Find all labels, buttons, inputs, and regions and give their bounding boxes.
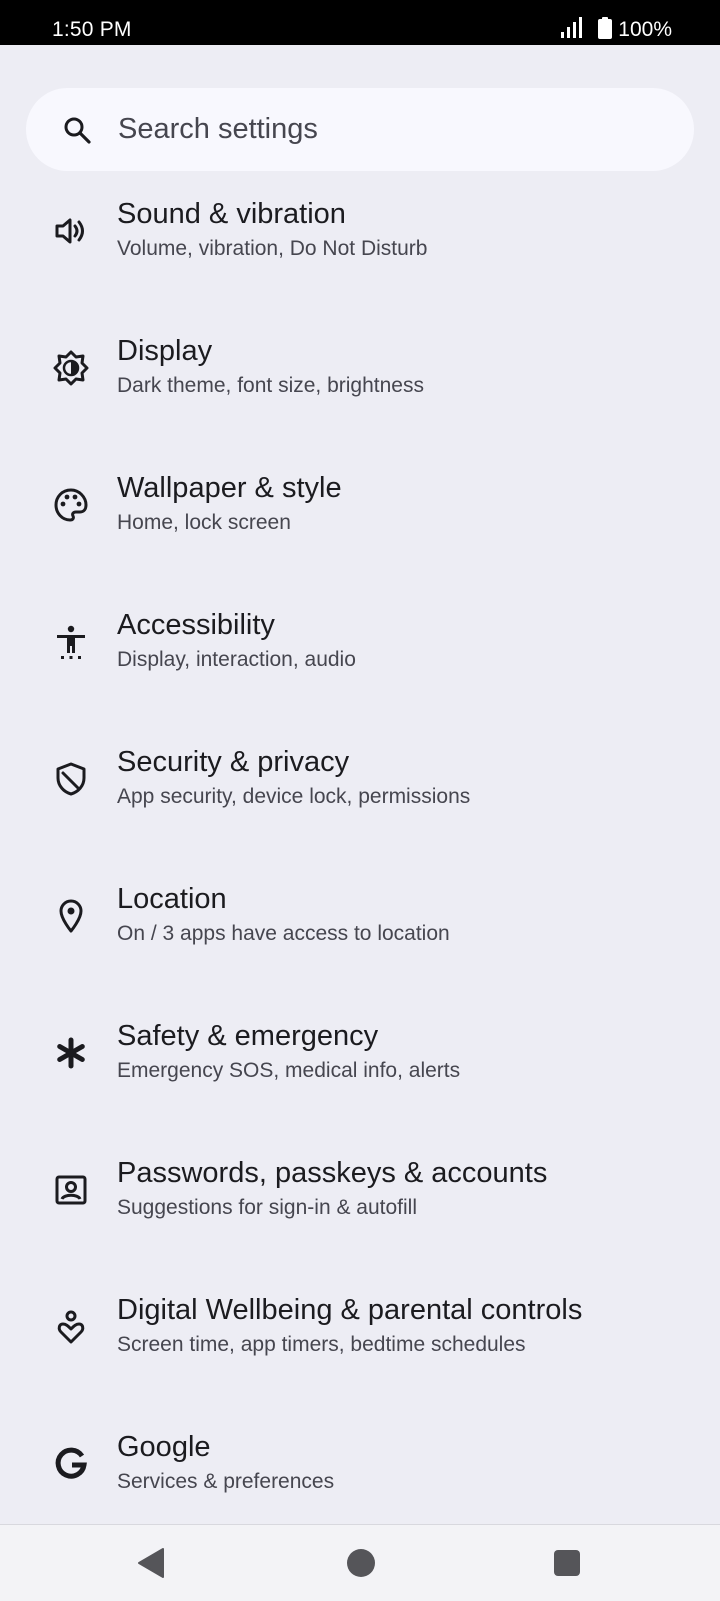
search-input[interactable]: Search settings xyxy=(118,112,318,146)
setting-passwords-accounts[interactable]: Passwords, passkeys & accounts Suggestio… xyxy=(0,1143,720,1280)
setting-subtitle: Display, interaction, audio xyxy=(117,648,356,671)
setting-subtitle: Screen time, app timers, bedtime schedul… xyxy=(117,1333,526,1356)
setting-title: Wallpaper & style xyxy=(117,472,342,504)
setting-subtitle: Dark theme, font size, brightness xyxy=(117,374,424,397)
battery-icon xyxy=(598,17,613,43)
setting-title: Security & privacy xyxy=(117,746,350,778)
home-icon[interactable] xyxy=(346,1548,376,1578)
wellbeing-icon xyxy=(53,1309,89,1345)
setting-wallpaper-style[interactable]: Wallpaper & style Home, lock screen xyxy=(0,458,720,595)
setting-title: Display xyxy=(117,335,213,367)
setting-title: Digital Wellbeing & parental controls xyxy=(117,1294,583,1326)
palette-icon xyxy=(53,487,89,523)
accessibility-icon xyxy=(53,624,89,660)
search-bar[interactable]: Search settings xyxy=(26,88,694,171)
settings-list: Sound & vibration Volume, vibration, Do … xyxy=(0,184,720,1524)
setting-safety-emergency[interactable]: Safety & emergency Emergency SOS, medica… xyxy=(0,1006,720,1143)
setting-google[interactable]: Google Services & preferences xyxy=(0,1417,720,1524)
setting-subtitle: Services & preferences xyxy=(117,1470,335,1493)
setting-title: Passwords, passkeys & accounts xyxy=(117,1157,548,1189)
setting-sound-vibration[interactable]: Sound & vibration Volume, vibration, Do … xyxy=(0,184,720,321)
recents-icon[interactable] xyxy=(553,1549,581,1577)
setting-title: Google xyxy=(117,1431,211,1463)
setting-subtitle: On / 3 apps have access to location xyxy=(117,922,450,945)
account-box-icon xyxy=(53,1172,89,1208)
setting-title: Safety & emergency xyxy=(117,1020,379,1052)
location-pin-icon xyxy=(53,898,89,934)
asterisk-icon xyxy=(53,1035,89,1071)
setting-digital-wellbeing[interactable]: Digital Wellbeing & parental controls Sc… xyxy=(0,1280,720,1417)
setting-subtitle: Volume, vibration, Do Not Disturb xyxy=(117,237,428,260)
setting-accessibility[interactable]: Accessibility Display, interaction, audi… xyxy=(0,595,720,732)
setting-security-privacy[interactable]: Security & privacy App security, device … xyxy=(0,732,720,869)
setting-title: Sound & vibration xyxy=(117,198,346,230)
setting-subtitle: Home, lock screen xyxy=(117,511,291,534)
shield-icon xyxy=(53,761,89,797)
setting-subtitle: App security, device lock, permissions xyxy=(117,785,471,808)
search-icon xyxy=(63,116,91,144)
signal-icon xyxy=(560,17,583,43)
setting-subtitle: Suggestions for sign-in & autofill xyxy=(117,1196,417,1219)
google-icon xyxy=(53,1446,89,1482)
battery-percentage: 100% xyxy=(618,18,672,41)
setting-title: Accessibility xyxy=(117,609,275,641)
brightness-icon xyxy=(53,350,89,386)
setting-title: Location xyxy=(117,883,227,915)
setting-display[interactable]: Display Dark theme, font size, brightnes… xyxy=(0,321,720,458)
volume-icon xyxy=(53,213,89,249)
navigation-bar xyxy=(0,1524,720,1601)
status-bar: 1:50 PM 100% xyxy=(0,0,720,45)
setting-location[interactable]: Location On / 3 apps have access to loca… xyxy=(0,869,720,1006)
status-icons: 100% xyxy=(560,17,672,43)
status-time: 1:50 PM xyxy=(52,18,132,41)
back-icon[interactable] xyxy=(134,1543,168,1583)
setting-subtitle: Emergency SOS, medical info, alerts xyxy=(117,1059,461,1082)
